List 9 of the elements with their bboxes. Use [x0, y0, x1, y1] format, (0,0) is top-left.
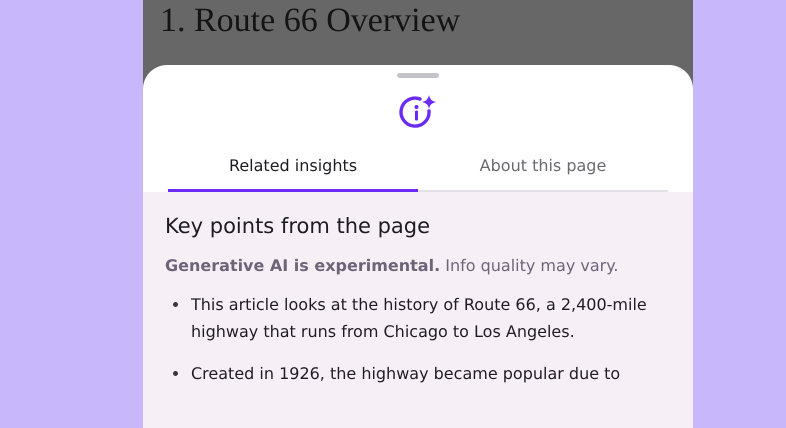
key-point-text: This article looks at the history of Route 66, a 2,400-mile highway that runs from Chicago to Los Angeles.: [191, 294, 648, 343]
key-point-text: Created in 1926, the highway became popular due to: [191, 363, 622, 385]
page-heading: 1. Route 66 Overview: [160, 1, 462, 41]
drag-handle[interactable]: [397, 73, 439, 78]
bullet-icon: [173, 371, 178, 376]
tab[interactable]: About this page: [418, 146, 668, 192]
disclaimer-text: Generative AI is experimental. Info quality may vary.: [165, 256, 620, 275]
bullet-icon: [173, 302, 178, 307]
section-title: Key points from the page: [165, 214, 432, 238]
